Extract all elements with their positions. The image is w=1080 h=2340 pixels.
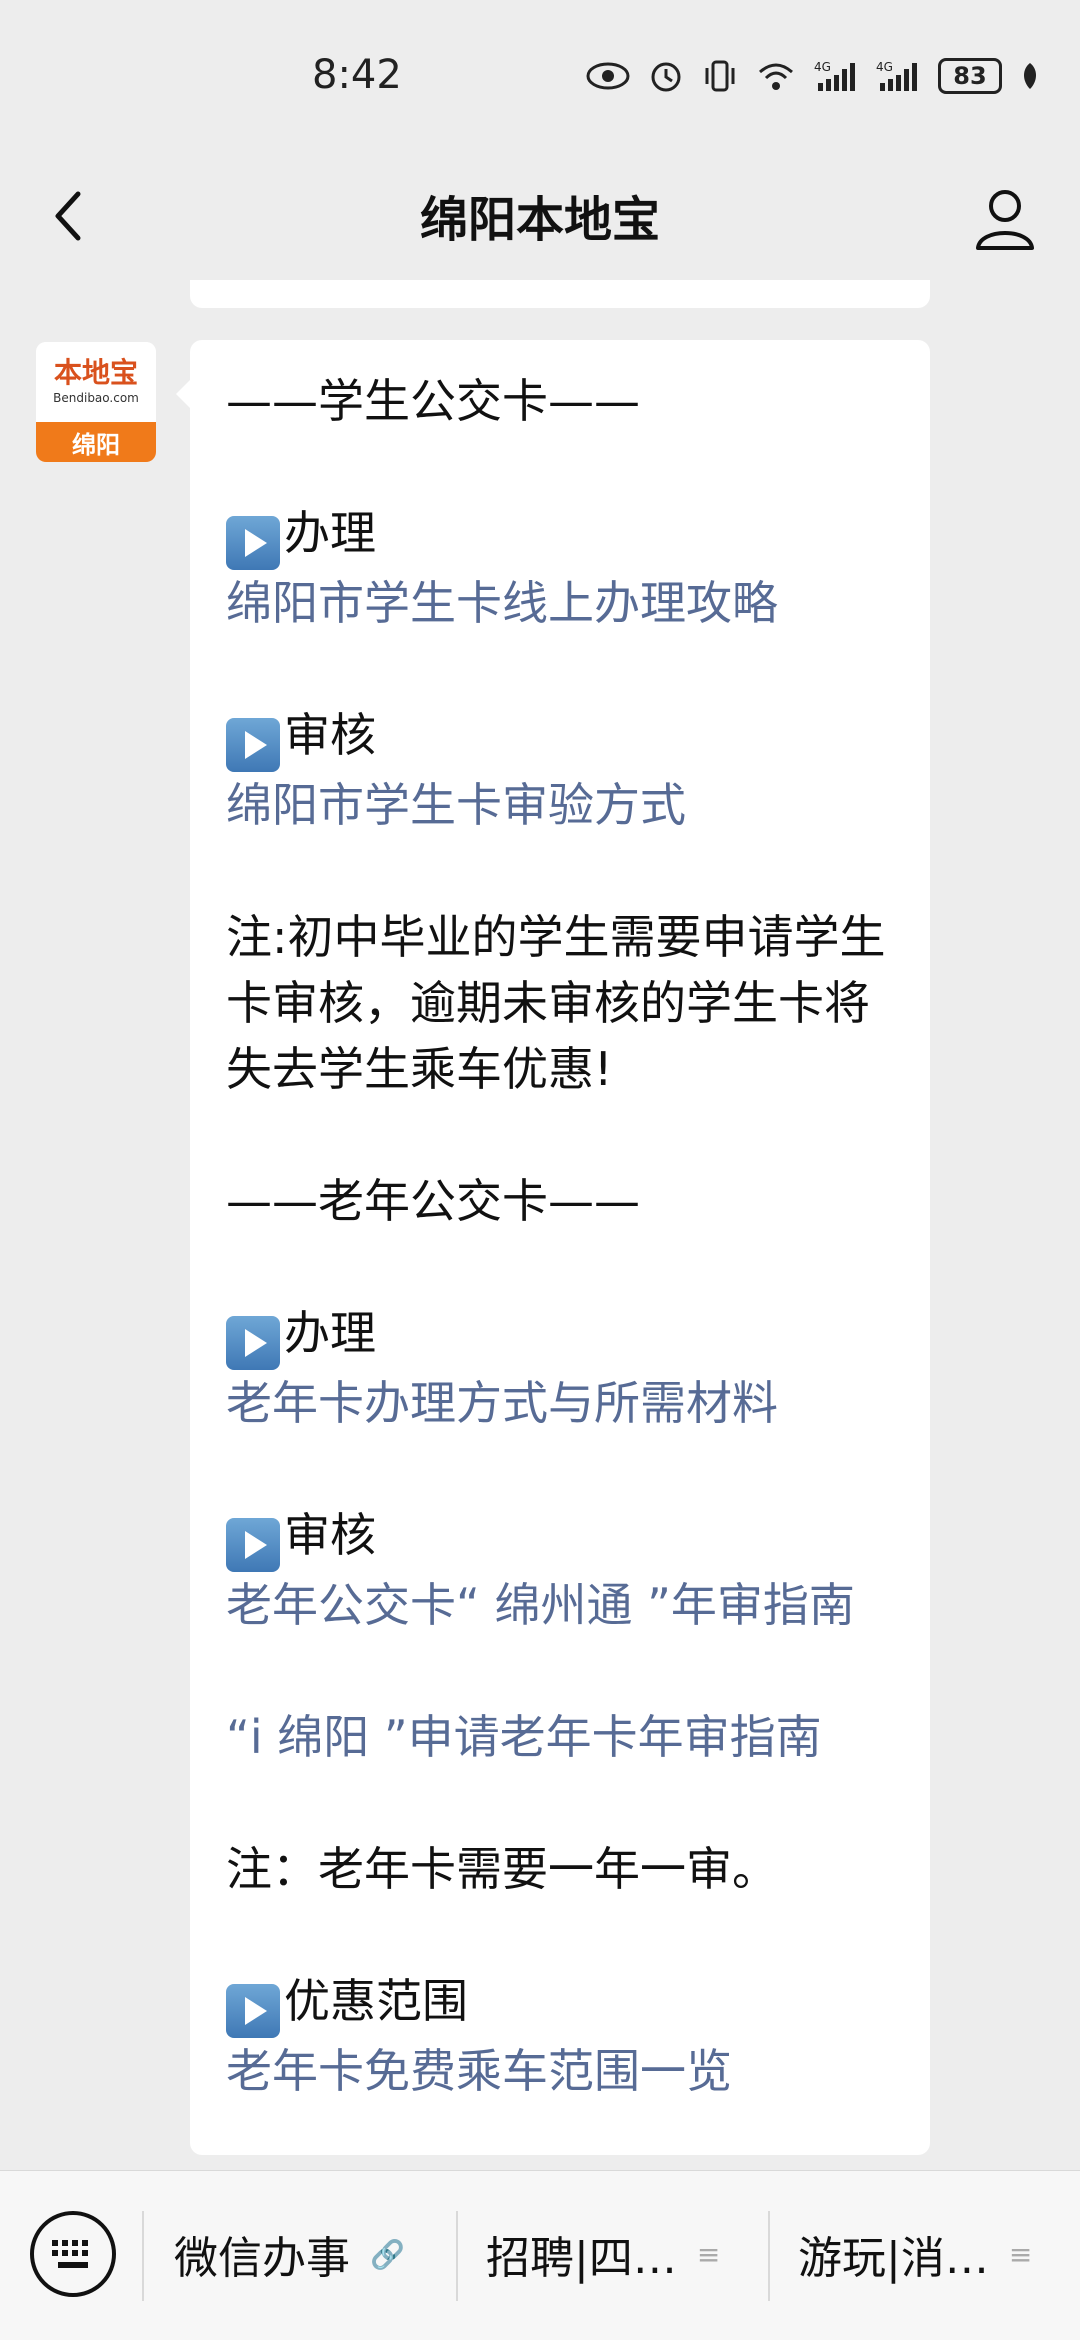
menu-item-wechat-services[interactable]: 微信办事 🔗 bbox=[174, 2219, 405, 2289]
elder-apply-label: 办理 bbox=[284, 1306, 376, 1360]
svg-text:4G: 4G bbox=[876, 60, 893, 74]
alarm-icon bbox=[648, 56, 684, 96]
keyboard-toggle-button[interactable] bbox=[30, 2211, 116, 2297]
student-apply-link[interactable]: 绵阳市学生卡线上办理攻略 bbox=[226, 570, 894, 636]
keyboard-icon bbox=[52, 2240, 88, 2268]
elder-benefit-label: 优惠范围 bbox=[284, 1974, 468, 2028]
play-icon bbox=[226, 718, 280, 772]
student-apply-label: 办理 bbox=[284, 506, 376, 560]
elder-review-label-row: 审核 bbox=[226, 1502, 894, 1572]
menu-divider bbox=[142, 2211, 144, 2301]
elder-apply-label-row: 办理 bbox=[226, 1300, 894, 1370]
avatar-city: 绵阳 bbox=[36, 422, 156, 462]
link-icon: 🔗 bbox=[370, 2237, 405, 2271]
play-icon bbox=[226, 1316, 280, 1370]
svg-text:4G: 4G bbox=[814, 60, 831, 74]
menu-item-label: 招聘|四… bbox=[486, 2233, 677, 2284]
status-icons: 4G 4G 83 bbox=[586, 56, 1040, 96]
student-review-link[interactable]: 绵阳市学生卡审验方式 bbox=[226, 772, 894, 838]
signal-4g-icon: 4G bbox=[876, 56, 920, 96]
battery-indicator: 83 bbox=[938, 58, 1002, 94]
elder-note: 注：老年卡需要一年一审。 bbox=[226, 1842, 778, 1896]
avatar-brand: 本地宝 bbox=[53, 356, 138, 389]
student-note: 注:初中毕业的学生需要申请学生卡审核，逾期未审核的学生卡将失去学生乘车优惠! bbox=[226, 910, 886, 1096]
list-icon: ≡ bbox=[696, 2237, 721, 2271]
eye-icon bbox=[586, 56, 630, 96]
nav-bar: 绵阳本地宝 bbox=[0, 150, 1080, 280]
elder-apply-link[interactable]: 老年卡办理方式与所需材料 bbox=[226, 1370, 894, 1436]
avatar[interactable]: 本地宝 Bendibao.com 绵阳 bbox=[36, 342, 156, 462]
bottom-menu-bar: 微信办事 🔗 招聘|四… ≡ 游玩|消… ≡ bbox=[0, 2170, 1080, 2340]
leaf-icon bbox=[1020, 56, 1040, 96]
student-card-header: ——学生公交卡—— bbox=[226, 374, 640, 428]
previous-message-bubble[interactable] bbox=[190, 280, 930, 308]
chat-area[interactable]: 本地宝 Bendibao.com 绵阳 ——学生公交卡—— 办理 绵阳市学生卡线… bbox=[0, 280, 1080, 2170]
menu-divider bbox=[456, 2211, 458, 2301]
elder-benefit-label-row: 优惠范围 bbox=[226, 1968, 894, 2038]
student-apply-label-row: 办理 bbox=[226, 500, 894, 570]
play-icon bbox=[226, 516, 280, 570]
play-icon bbox=[226, 1518, 280, 1572]
list-icon: ≡ bbox=[1008, 2237, 1033, 2271]
page-title: 绵阳本地宝 bbox=[419, 192, 660, 248]
elder-card-header: ——老年公交卡—— bbox=[226, 1174, 640, 1228]
user-icon bbox=[976, 190, 1034, 250]
signal-4g-icon: 4G bbox=[814, 56, 858, 96]
menu-item-label: 微信办事 bbox=[174, 2233, 350, 2284]
menu-item-recruitment[interactable]: 招聘|四… ≡ bbox=[486, 2219, 720, 2289]
elder-review-link-2[interactable]: “i 绵阳 ”申请老年卡年审指南 bbox=[226, 1704, 894, 1770]
status-time: 8:42 bbox=[312, 52, 402, 98]
menu-item-entertainment[interactable]: 游玩|消… ≡ bbox=[798, 2219, 1032, 2289]
elder-review-link-1[interactable]: 老年公交卡“ 绵州通 ”年审指南 bbox=[226, 1572, 894, 1638]
student-review-label-row: 审核 bbox=[226, 702, 894, 772]
avatar-logo: 本地宝 Bendibao.com bbox=[36, 342, 156, 422]
menu-divider bbox=[768, 2211, 770, 2301]
avatar-sub: Bendibao.com bbox=[53, 391, 139, 405]
student-review-label: 审核 bbox=[284, 708, 376, 762]
elder-benefit-link[interactable]: 老年卡免费乘车范围一览 bbox=[226, 2038, 894, 2104]
menu-item-label: 游玩|消… bbox=[798, 2233, 989, 2284]
play-icon bbox=[226, 1984, 280, 2038]
wifi-icon bbox=[756, 56, 796, 96]
elder-review-label: 审核 bbox=[284, 1508, 376, 1562]
vibrate-icon bbox=[702, 56, 738, 96]
status-bar: 8:42 4G 4G 83 bbox=[0, 0, 1080, 150]
message-bubble: ——学生公交卡—— 办理 绵阳市学生卡线上办理攻略 审核 绵阳市学生卡审验方式 … bbox=[176, 340, 930, 2155]
profile-button[interactable] bbox=[970, 184, 1040, 254]
